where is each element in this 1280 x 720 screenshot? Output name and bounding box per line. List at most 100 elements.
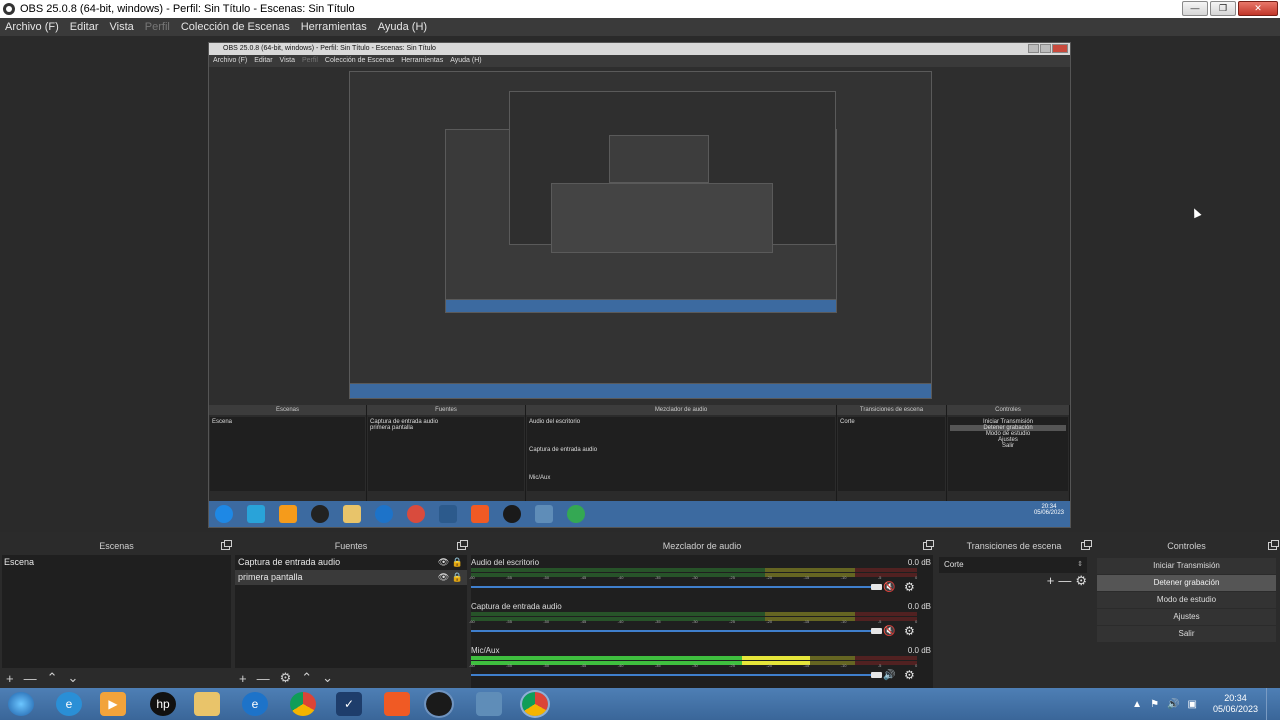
scale-label: -40	[617, 619, 624, 624]
move-down-icon[interactable]: ⌄	[68, 670, 79, 686]
internet-explorer-icon[interactable]: e	[56, 692, 82, 716]
menu-herramientas[interactable]: Herramientas	[301, 21, 367, 33]
meter-scale: -60 -55 -50 -45 -40 -35 -30 -25 -20 -15 -10 -5 0	[469, 663, 917, 669]
undock-icon[interactable]	[1268, 540, 1279, 550]
gear-icon[interactable]: ⚙	[904, 668, 915, 682]
recursive-frame	[551, 183, 773, 253]
scenes-list: Escena	[2, 555, 231, 668]
settings-button[interactable]: Ajustes	[1097, 609, 1276, 625]
chrome-active-icon[interactable]	[520, 690, 550, 718]
volume-fader[interactable]	[471, 674, 877, 676]
add-icon[interactable]: +	[239, 671, 247, 686]
scale-label: -30	[692, 619, 698, 624]
lock-icon[interactable]: 🔒	[452, 572, 463, 582]
scale-label: -50	[543, 663, 550, 668]
gear-icon[interactable]: ⚙	[280, 670, 292, 686]
controls-panel: Controles Iniciar Transmisión Detener gr…	[1093, 538, 1280, 688]
sources-list: Captura de entrada audio 👁 🔒 primera pan…	[235, 555, 467, 668]
remove-icon[interactable]: —	[257, 671, 270, 686]
mixer-tracks: Audio del escritorio 0.0 dB -60 -55 -50 -45 -4…	[469, 555, 933, 688]
fader-handle[interactable]	[871, 584, 882, 590]
scale-label: -10	[840, 663, 847, 668]
minimize-button[interactable]: —	[1182, 1, 1208, 16]
menu-coleccion[interactable]: Colección de Escenas	[181, 21, 290, 33]
undock-icon[interactable]	[457, 540, 468, 550]
lock-icon[interactable]: 🔒	[452, 557, 463, 567]
eye-icon[interactable]: 👁	[438, 572, 449, 582]
volume-fader[interactable]	[471, 586, 877, 588]
eye-icon[interactable]: 👁	[438, 557, 449, 567]
add-icon[interactable]: +	[1047, 573, 1055, 589]
gear-icon[interactable]: ⚙	[904, 580, 915, 594]
action-center-flag-icon[interactable]: ⚑	[1150, 699, 1159, 710]
gear-icon[interactable]: ⚙	[1075, 573, 1087, 589]
brave-icon[interactable]	[384, 692, 410, 716]
speaker-icon[interactable]: 🔊	[883, 670, 895, 681]
scale-label: -60	[469, 575, 475, 580]
transition-select[interactable]: Corte ⇕	[939, 557, 1087, 573]
nested-dock-panels: Escenas Escena Fuentes Captura de entrad…	[209, 405, 1070, 501]
move-down-icon[interactable]: ⌄	[322, 670, 333, 686]
track-name: Captura de entrada audio	[471, 602, 562, 611]
undock-icon[interactable]	[221, 540, 232, 550]
close-button[interactable]: ✕	[1238, 1, 1278, 16]
muted-speaker-icon[interactable]: 🔇	[883, 582, 895, 593]
list-item[interactable]: Escena	[2, 555, 231, 570]
menu-vista[interactable]: Vista	[110, 21, 134, 33]
gear-icon[interactable]: ⚙	[904, 624, 915, 638]
scale-label: -55	[506, 663, 512, 668]
sources-header: Fuentes	[233, 538, 469, 554]
chrome-icon[interactable]	[290, 692, 316, 716]
mixer-track: Audio del escritorio 0.0 dB -60 -55 -50 -45 -4…	[469, 557, 933, 601]
menu-perfil[interactable]: Perfil	[145, 21, 170, 33]
remove-icon[interactable]: —	[24, 671, 37, 686]
fader-handle[interactable]	[871, 628, 882, 634]
start-stream-button[interactable]: Iniciar Transmisión	[1097, 558, 1276, 574]
obs-icon[interactable]	[424, 690, 454, 718]
recursive-taskbar	[445, 299, 837, 313]
undock-icon[interactable]	[1081, 540, 1092, 550]
fader-handle[interactable]	[871, 672, 882, 678]
maximize-button[interactable]: ❐	[1210, 1, 1236, 16]
show-desktop-button[interactable]	[1266, 688, 1276, 720]
email-icon[interactable]: ✓	[336, 692, 362, 716]
volume-icon[interactable]: 🔊	[1167, 699, 1179, 710]
scale-label: -10	[840, 619, 847, 624]
stop-recording-button[interactable]: Detener grabación	[1097, 575, 1276, 591]
scale-label: -25	[729, 575, 735, 580]
list-item[interactable]: Captura de entrada audio 👁 🔒	[235, 555, 467, 570]
network-icon[interactable]: ▣	[1188, 699, 1197, 710]
undock-icon[interactable]	[923, 540, 934, 550]
list-item[interactable]: primera pantalla 👁 🔒	[235, 570, 467, 585]
menu-ayuda[interactable]: Ayuda (H)	[378, 21, 427, 33]
window-titlebar: OBS 25.0.8 (64-bit, windows) - Perfil: S…	[0, 0, 1280, 18]
volume-meter	[471, 656, 917, 660]
track-db: 0.0 dB	[907, 602, 931, 611]
volume-fader[interactable]	[471, 630, 877, 632]
studio-mode-button[interactable]: Modo de estudio	[1097, 592, 1276, 608]
obs-app-icon	[3, 3, 15, 15]
menu-archivo[interactable]: Archivo (F)	[5, 21, 59, 33]
move-up-icon[interactable]: ⌃	[47, 670, 58, 686]
photos-icon[interactable]	[476, 692, 502, 716]
edge-icon[interactable]: e	[242, 692, 268, 716]
hp-icon[interactable]: hp	[150, 692, 176, 716]
window-title: OBS 25.0.8 (64-bit, windows) - Perfil: S…	[20, 3, 355, 15]
dock-area: Escenas Escena + — ⌃ ⌄ Fuentes Captura d…	[0, 538, 1280, 688]
add-icon[interactable]: +	[6, 671, 14, 686]
track-name: Audio del escritorio	[471, 558, 540, 567]
exit-button[interactable]: Salir	[1097, 626, 1276, 642]
muted-speaker-icon[interactable]: 🔇	[883, 626, 895, 637]
move-up-icon[interactable]: ⌃	[301, 670, 312, 686]
sources-toolbar: + — ⚙ ⌃ ⌄	[235, 668, 467, 688]
clock[interactable]: 20:34 05/06/2023	[1213, 693, 1258, 715]
recursive-frame	[609, 135, 709, 183]
media-player-icon[interactable]: ▶	[100, 692, 126, 716]
file-explorer-icon[interactable]	[194, 692, 220, 716]
menu-editar[interactable]: Editar	[70, 21, 99, 33]
remove-icon[interactable]: —	[1058, 573, 1071, 589]
tray-expand-icon[interactable]: ▲	[1132, 699, 1142, 710]
start-orb-icon[interactable]	[8, 692, 34, 716]
transition-toolbar: + — ⚙	[1047, 573, 1087, 589]
scale-label: -55	[506, 619, 512, 624]
